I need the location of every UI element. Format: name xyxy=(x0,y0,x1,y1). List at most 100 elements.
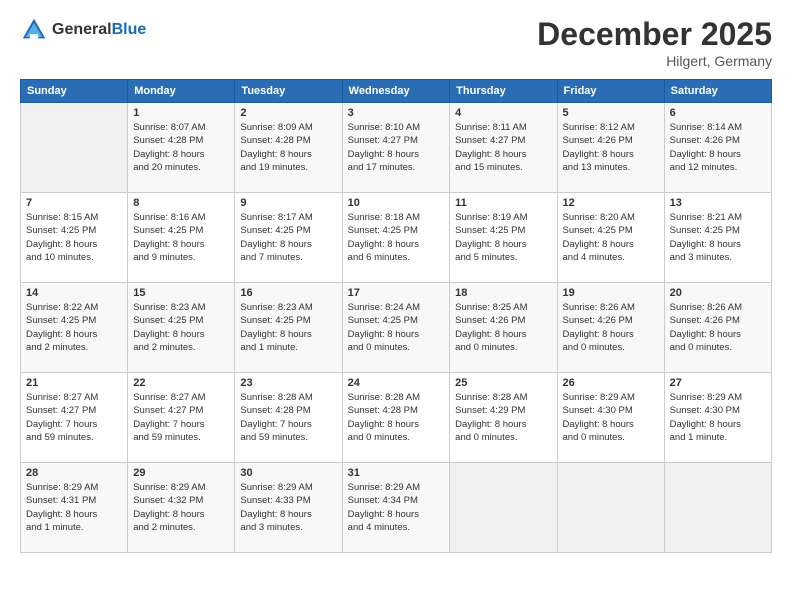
day-info: Sunrise: 8:29 AM Sunset: 4:32 PM Dayligh… xyxy=(133,481,229,534)
day-number: 6 xyxy=(670,107,766,119)
logo-icon xyxy=(20,16,48,44)
day-number: 1 xyxy=(133,107,229,119)
day-info: Sunrise: 8:23 AM Sunset: 4:25 PM Dayligh… xyxy=(133,301,229,354)
day-number: 18 xyxy=(455,287,551,299)
day-number: 11 xyxy=(455,197,551,209)
day-number: 19 xyxy=(563,287,659,299)
day-info: Sunrise: 8:22 AM Sunset: 4:25 PM Dayligh… xyxy=(26,301,122,354)
day-number: 26 xyxy=(563,377,659,389)
day-number: 24 xyxy=(348,377,445,389)
table-row: 22Sunrise: 8:27 AM Sunset: 4:27 PM Dayli… xyxy=(128,373,235,463)
table-row: 15 Sunrise: 8:23 AM Sunset: 4:25 PM Dayli… xyxy=(128,283,235,373)
day-info: Sunrise: 8:26 AM Sunset: 4:26 PM Dayligh… xyxy=(670,301,766,354)
day-number: 5 xyxy=(563,107,659,119)
col-monday: Monday xyxy=(128,80,235,103)
logo-general: General xyxy=(52,21,112,38)
day-info: Sunrise: 8:14 AM Sunset: 4:26 PM Dayligh… xyxy=(670,121,766,174)
day-number: 14 xyxy=(26,287,122,299)
location: Hilgert, Germany xyxy=(537,53,772,69)
header: GeneralBlue December 2025 Hilgert, Germa… xyxy=(20,16,772,69)
day-number: 25 xyxy=(455,377,551,389)
day-number: 17 xyxy=(348,287,445,299)
table-row: 4 Sunrise: 8:11 AM Sunset: 4:27 PM Daylig… xyxy=(450,103,557,193)
table-row: 30 Sunrise: 8:29 AM Sunset: 4:33 PM Dayli… xyxy=(235,463,342,553)
table-row: 8Sunrise: 8:16 AM Sunset: 4:25 PM Daylig… xyxy=(128,193,235,283)
day-info: Sunrise: 8:29 AM Sunset: 4:30 PM Dayligh… xyxy=(563,391,659,444)
day-info: Sunrise: 8:28 AM Sunset: 4:28 PM Dayligh… xyxy=(240,391,336,444)
day-info: Sunrise: 8:27 AM Sunset: 4:27 PM Dayligh… xyxy=(26,391,122,444)
day-info: Sunrise: 8:09 AM Sunset: 4:28 PM Dayligh… xyxy=(240,121,336,174)
day-number: 16 xyxy=(240,287,336,299)
table-row: 9 Sunrise: 8:17 AM Sunset: 4:25 PM Daylig… xyxy=(235,193,342,283)
table-row: 19 Sunrise: 8:26 AM Sunset: 4:26 PM Dayli… xyxy=(557,283,664,373)
day-number: 20 xyxy=(670,287,766,299)
day-info: Sunrise: 8:23 AM Sunset: 4:25 PM Dayligh… xyxy=(240,301,336,354)
logo-blue: Blue xyxy=(112,21,147,38)
day-info: Sunrise: 8:28 AM Sunset: 4:29 PM Dayligh… xyxy=(455,391,551,444)
table-row: 6 Sunrise: 8:14 AM Sunset: 4:26 PM Daylig… xyxy=(664,103,771,193)
col-tuesday: Tuesday xyxy=(235,80,342,103)
table-row xyxy=(21,103,128,193)
day-info: Sunrise: 8:10 AM Sunset: 4:27 PM Dayligh… xyxy=(348,121,445,174)
table-row: 18 Sunrise: 8:25 AM Sunset: 4:26 PM Dayli… xyxy=(450,283,557,373)
table-row: 7 Sunrise: 8:15 AM Sunset: 4:25 PM Daylig… xyxy=(21,193,128,283)
table-row: 17 Sunrise: 8:24 AM Sunset: 4:25 PM Dayli… xyxy=(342,283,450,373)
day-info: Sunrise: 8:20 AM Sunset: 4:25 PM Dayligh… xyxy=(563,211,659,264)
table-row: 26 Sunrise: 8:29 AM Sunset: 4:30 PM Dayli… xyxy=(557,373,664,463)
table-row: 29 Sunrise: 8:29 AM Sunset: 4:32 PM Dayli… xyxy=(128,463,235,553)
day-info: Sunrise: 8:29 AM Sunset: 4:33 PM Dayligh… xyxy=(240,481,336,534)
day-number: 13 xyxy=(670,197,766,209)
day-info: Sunrise: 8:29 AM Sunset: 4:30 PM Dayligh… xyxy=(670,391,766,444)
table-row: 24 Sunrise: 8:28 AM Sunset: 4:28 PM Dayli… xyxy=(342,373,450,463)
day-number: 29 xyxy=(133,467,229,479)
day-info: Sunrise: 8:17 AM Sunset: 4:25 PM Dayligh… xyxy=(240,211,336,264)
day-number: 27 xyxy=(670,377,766,389)
day-number: 7 xyxy=(26,197,122,209)
day-number: 23 xyxy=(240,377,336,389)
day-info: Sunrise: 8:21 AM Sunset: 4:25 PM Dayligh… xyxy=(670,211,766,264)
day-number: 15 xyxy=(133,287,229,299)
day-number: 30 xyxy=(240,467,336,479)
day-info: Sunrise: 8:29 AM Sunset: 4:34 PM Dayligh… xyxy=(348,481,445,534)
title-block: December 2025 Hilgert, Germany xyxy=(537,16,772,69)
day-info: Sunrise: 8:25 AM Sunset: 4:26 PM Dayligh… xyxy=(455,301,551,354)
day-info: Sunrise: 8:12 AM Sunset: 4:26 PM Dayligh… xyxy=(563,121,659,174)
day-info: Sunrise: 8:26 AM Sunset: 4:26 PM Dayligh… xyxy=(563,301,659,354)
col-friday: Friday xyxy=(557,80,664,103)
table-row xyxy=(450,463,557,553)
page: GeneralBlue December 2025 Hilgert, Germa… xyxy=(0,0,792,612)
day-info: Sunrise: 8:27 AM Sunset: 4:27 PM Dayligh… xyxy=(133,391,229,444)
day-info: Sunrise: 8:28 AM Sunset: 4:28 PM Dayligh… xyxy=(348,391,445,444)
day-number: 10 xyxy=(348,197,445,209)
table-row: 2 Sunrise: 8:09 AM Sunset: 4:28 PM Daylig… xyxy=(235,103,342,193)
day-info: Sunrise: 8:18 AM Sunset: 4:25 PM Dayligh… xyxy=(348,211,445,264)
calendar: Sunday Monday Tuesday Wednesday Thursday… xyxy=(20,79,772,553)
table-row: 25 Sunrise: 8:28 AM Sunset: 4:29 PM Dayli… xyxy=(450,373,557,463)
day-number: 28 xyxy=(26,467,122,479)
logo: GeneralBlue xyxy=(20,16,146,44)
day-number: 12 xyxy=(563,197,659,209)
table-row: 23 Sunrise: 8:28 AM Sunset: 4:28 PM Dayli… xyxy=(235,373,342,463)
table-row: 12 Sunrise: 8:20 AM Sunset: 4:25 PM Dayli… xyxy=(557,193,664,283)
table-row: 20 Sunrise: 8:26 AM Sunset: 4:26 PM Dayli… xyxy=(664,283,771,373)
table-row: 1 Sunrise: 8:07 AM Sunset: 4:28 PM Daylig… xyxy=(128,103,235,193)
table-row: 5 Sunrise: 8:12 AM Sunset: 4:26 PM Daylig… xyxy=(557,103,664,193)
day-number: 8 xyxy=(133,197,229,209)
day-info: Sunrise: 8:07 AM Sunset: 4:28 PM Dayligh… xyxy=(133,121,229,174)
day-info: Sunrise: 8:29 AM Sunset: 4:31 PM Dayligh… xyxy=(26,481,122,534)
table-row: 3 Sunrise: 8:10 AM Sunset: 4:27 PM Daylig… xyxy=(342,103,450,193)
day-info: Sunrise: 8:24 AM Sunset: 4:25 PM Dayligh… xyxy=(348,301,445,354)
day-number: 3 xyxy=(348,107,445,119)
table-row: 27 Sunrise: 8:29 AM Sunset: 4:30 PM Dayli… xyxy=(664,373,771,463)
col-wednesday: Wednesday xyxy=(342,80,450,103)
table-row xyxy=(557,463,664,553)
table-row: 10 Sunrise: 8:18 AM Sunset: 4:25 PM Dayli… xyxy=(342,193,450,283)
day-info: Sunrise: 8:15 AM Sunset: 4:25 PM Dayligh… xyxy=(26,211,122,264)
day-number: 9 xyxy=(240,197,336,209)
table-row: 16 Sunrise: 8:23 AM Sunset: 4:25 PM Dayli… xyxy=(235,283,342,373)
day-number: 4 xyxy=(455,107,551,119)
day-info: Sunrise: 8:11 AM Sunset: 4:27 PM Dayligh… xyxy=(455,121,551,174)
day-info: Sunrise: 8:19 AM Sunset: 4:25 PM Dayligh… xyxy=(455,211,551,264)
day-number: 2 xyxy=(240,107,336,119)
day-number: 21 xyxy=(26,377,122,389)
